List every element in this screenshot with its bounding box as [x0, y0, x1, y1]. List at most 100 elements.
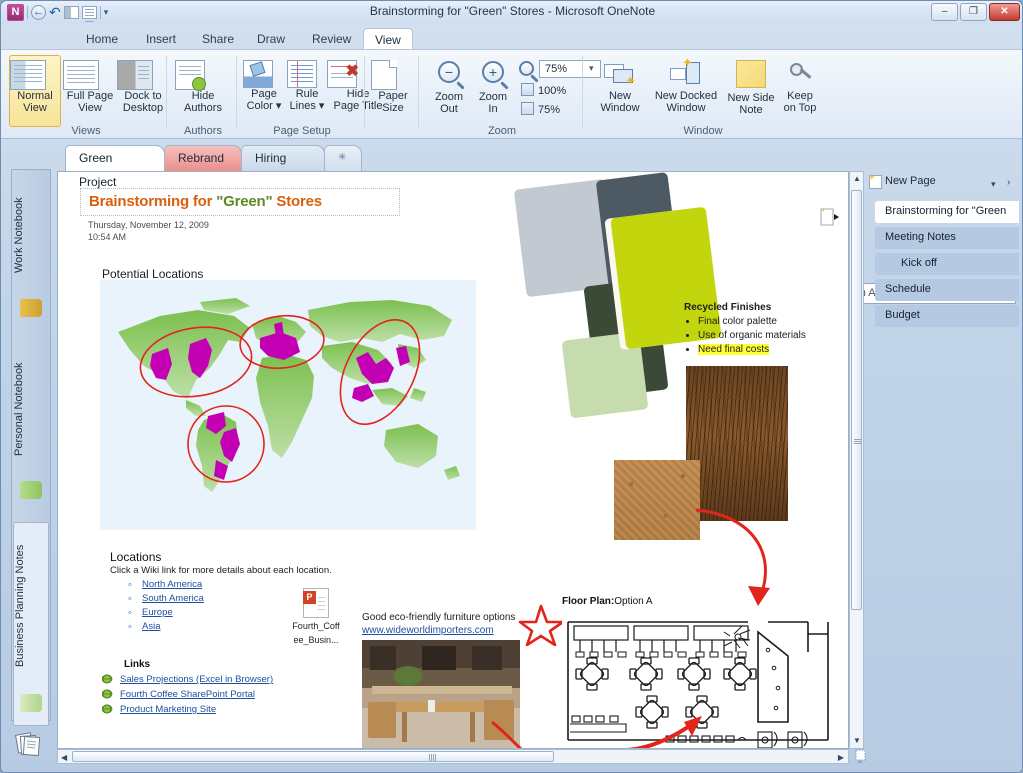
location-link-south-america[interactable]: South America: [142, 593, 204, 604]
new-page-button[interactable]: New Page: [885, 175, 936, 187]
notebook-business-planning[interactable]: Business Planning Notes: [13, 522, 49, 726]
full-page-view-button[interactable]: Full Page View: [63, 55, 117, 114]
notebook-work[interactable]: Work Notebook: [13, 176, 49, 332]
page-color-button[interactable]: Page Color ▾: [243, 55, 285, 112]
heading-locations: Locations: [110, 550, 161, 564]
horizontal-scrollbar[interactable]: ◀ ▶: [57, 749, 849, 764]
wood-texture-image[interactable]: [686, 366, 788, 521]
hide-authors-label-2: Authors: [175, 102, 231, 114]
zoom-in-button[interactable]: + Zoom In: [471, 55, 515, 115]
maximize-button[interactable]: ❐: [960, 3, 987, 21]
world-map-image[interactable]: [100, 280, 476, 530]
zoom-out-button[interactable]: − Zoom Out: [427, 55, 471, 115]
tab-share[interactable]: Share: [191, 28, 245, 51]
ribbon-group-window: ✦ New Window ✦ New Docked Window New Sid…: [587, 52, 819, 138]
group-label-zoom: Zoom: [421, 125, 583, 137]
ribbon: Normal View Full Page View Dock to Deskt…: [1, 49, 1023, 139]
furniture-photo[interactable]: [362, 640, 520, 749]
close-button[interactable]: ✕: [989, 3, 1020, 21]
hide-authors-button[interactable]: Hide Authors: [175, 55, 231, 114]
page-title-part-2: "Green": [216, 193, 272, 210]
new-window-label-2: Window: [593, 102, 647, 114]
scroll-down-arrow[interactable]: ▼: [853, 736, 861, 745]
section-tab-green-project[interactable]: Green Project: [65, 145, 165, 171]
location-link-asia[interactable]: Asia: [142, 621, 160, 632]
note-page[interactable]: Brainstorming for "Green" Stores Thursda…: [58, 172, 834, 749]
zoom-preset-100-button[interactable]: 100%: [521, 83, 566, 97]
link-sales-projections[interactable]: Sales Projections (Excel in Browser): [120, 674, 273, 685]
page-title-box[interactable]: Brainstorming for "Green" Stores: [80, 188, 400, 216]
page-tab-budget[interactable]: Budget: [875, 305, 1019, 327]
notebook-icon: [20, 481, 42, 499]
notebook-icon: [20, 694, 42, 712]
rule-lines-button[interactable]: Rule Lines ▾: [287, 55, 327, 112]
vertical-scrollbar[interactable]: ▲ ▼: [849, 171, 864, 749]
floor-plan-drawing[interactable]: [562, 612, 838, 749]
new-page-expand-icon[interactable]: ›: [1007, 177, 1010, 188]
full-page-label-1: Full Page: [63, 90, 117, 102]
keep-on-top-button[interactable]: Keep on Top: [777, 55, 823, 114]
new-window-label-1: New: [593, 90, 647, 102]
page-tab-schedule[interactable]: Schedule: [875, 279, 1019, 301]
dock-to-desktop-button[interactable]: Dock to Desktop: [117, 55, 169, 114]
page-canvas[interactable]: Brainstorming for "Green" Stores Thursda…: [57, 171, 849, 749]
tab-draw[interactable]: Draw: [246, 28, 296, 51]
hide-page-title-icon: ✖: [327, 60, 357, 88]
zoom-level-icon: [519, 61, 534, 76]
all-notebooks-icon[interactable]: [15, 731, 43, 757]
paper-size-icon: [371, 60, 397, 90]
page-color-label-2: Color ▾: [243, 100, 285, 112]
scroll-left-arrow[interactable]: ◀: [61, 753, 67, 762]
divider: [582, 56, 583, 128]
new-window-button[interactable]: ✦ New Window: [593, 55, 647, 114]
scroll-up-arrow[interactable]: ▲: [853, 174, 861, 183]
cork-texture-image[interactable]: [614, 460, 700, 540]
divider: [166, 56, 167, 128]
horizontal-scroll-thumb[interactable]: [72, 751, 554, 762]
page-file-attach-icon[interactable]: [819, 207, 839, 227]
scroll-thumb-grip: [854, 439, 861, 445]
section-tab-hiring-plans[interactable]: Hiring Plans: [241, 145, 325, 171]
new-section-tab[interactable]: ✳: [324, 145, 362, 171]
location-link-north-america[interactable]: North America: [142, 579, 202, 590]
section-tab-rebrand[interactable]: Rebrand: [164, 145, 242, 171]
scroll-right-arrow[interactable]: ▶: [838, 753, 844, 762]
tab-home[interactable]: Home: [75, 28, 129, 51]
link-sharepoint-portal[interactable]: Fourth Coffee SharePoint Portal: [120, 689, 255, 700]
group-label-views: Views: [5, 125, 167, 137]
notebook-business-planning-label: Business Planning Notes: [14, 523, 26, 689]
dock-label-2: Desktop: [117, 102, 169, 114]
page-tab-meeting-notes[interactable]: Meeting Notes: [875, 227, 1019, 249]
attachment-powerpoint[interactable]: P Fourth_Coff ee_Busin...: [286, 588, 346, 646]
new-side-note-button[interactable]: New Side Note: [725, 55, 777, 116]
tab-view[interactable]: View: [363, 28, 413, 51]
tab-insert[interactable]: Insert: [135, 28, 187, 51]
page-tab-brainstorming[interactable]: Brainstorming for "Green: [875, 201, 1019, 223]
new-window-icon: ✦: [604, 60, 636, 86]
recycled-finishes-block[interactable]: Recycled Finishes Final color palette Us…: [684, 302, 849, 357]
title-bar: N ← ↶ ▾ Brainstorming for "Green" Stores…: [1, 1, 1023, 25]
page-tab-kick-off[interactable]: Kick off: [875, 253, 1019, 275]
new-docked-window-button[interactable]: ✦ New Docked Window: [647, 55, 725, 114]
vertical-scroll-thumb[interactable]: [851, 190, 862, 610]
hide-authors-icon: [175, 60, 205, 90]
minimize-button[interactable]: –: [931, 3, 958, 21]
paper-size-label-2: Size: [371, 102, 415, 114]
location-link-europe[interactable]: Europe: [142, 607, 173, 618]
red-ink-star: [518, 602, 564, 646]
window-title: Brainstorming for "Green" Stores - Micro…: [1, 4, 1023, 18]
notebook-personal[interactable]: Personal Notebook: [13, 342, 49, 514]
paper-size-button[interactable]: Paper Size: [371, 55, 415, 114]
globe-icon: [102, 704, 114, 715]
furniture-url-link[interactable]: www.wideworldimporters.com: [362, 625, 494, 636]
tab-review[interactable]: Review: [301, 28, 362, 51]
new-page-caret-icon[interactable]: ▾: [991, 179, 996, 190]
rule-lines-label-2: Lines ▾: [287, 100, 327, 112]
new-docked-label-2: Window: [647, 102, 725, 114]
link-product-marketing-site[interactable]: Product Marketing Site: [120, 704, 216, 715]
normal-view-button[interactable]: Normal View: [9, 55, 61, 127]
zoom-preset-75-button[interactable]: 75%: [521, 102, 560, 116]
paper-size-label-1: Paper: [371, 90, 415, 102]
ribbon-group-page-setup: Page Color ▾ Rule Lines ▾ ✖: [239, 52, 365, 138]
list-item: Asia: [126, 620, 204, 634]
